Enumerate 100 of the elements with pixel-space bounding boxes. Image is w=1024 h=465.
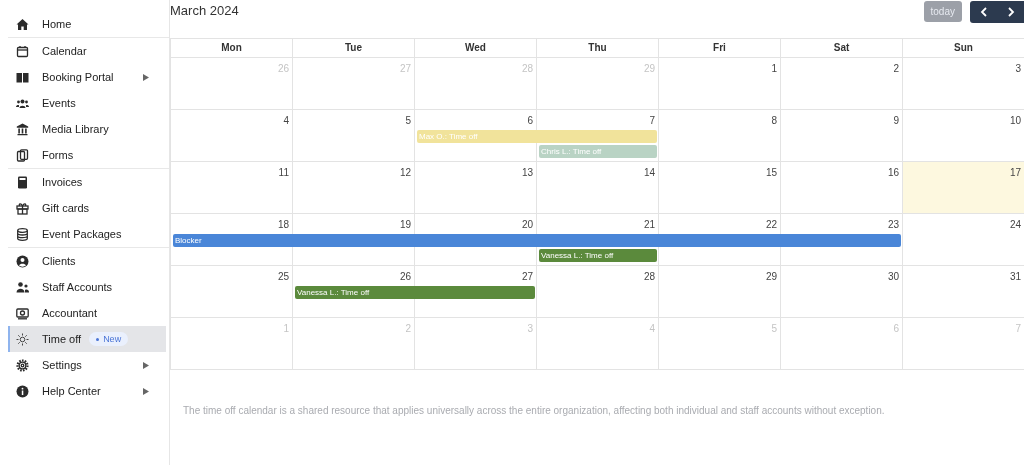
prev-button[interactable] bbox=[970, 1, 997, 23]
sidebar-item[interactable]: Home bbox=[8, 11, 166, 37]
weekday-header: Thu bbox=[537, 39, 659, 58]
sidebar-item[interactable]: Event Packages bbox=[8, 221, 166, 247]
day-number: 4 bbox=[282, 114, 290, 128]
day-number: 28 bbox=[520, 62, 534, 76]
new-badge: New bbox=[89, 332, 129, 346]
item-label: Invoices bbox=[42, 176, 83, 188]
item-label: Time off bbox=[42, 333, 82, 345]
clipboard-icon bbox=[16, 148, 29, 162]
sidebar-item[interactable]: Time off New bbox=[8, 326, 166, 352]
day-number: 2 bbox=[892, 62, 900, 76]
sidebar-item[interactable]: Events bbox=[8, 90, 166, 116]
weekday-header: Sun bbox=[903, 39, 1024, 58]
item-label: Gift cards bbox=[42, 202, 90, 214]
item-label: Events bbox=[42, 97, 76, 109]
item-label: Help Center bbox=[42, 385, 101, 397]
day-number: 8 bbox=[770, 114, 778, 128]
day-number: 1 bbox=[282, 322, 290, 336]
day-number: 26 bbox=[398, 270, 412, 284]
day-number: 25 bbox=[276, 270, 290, 284]
day-number: 21 bbox=[642, 218, 656, 232]
day-number: 12 bbox=[398, 166, 412, 180]
sidebar-item[interactable]: Invoices bbox=[8, 169, 166, 195]
chevron-right-icon bbox=[1006, 7, 1015, 17]
sidebar-item[interactable]: Staff Accounts bbox=[8, 274, 166, 300]
sidebar-item[interactable]: Accountant bbox=[8, 300, 166, 326]
day-number: 23 bbox=[886, 218, 900, 232]
item-label: Media Library bbox=[42, 123, 109, 135]
database-icon bbox=[16, 227, 29, 241]
day-number: 31 bbox=[1008, 270, 1022, 284]
sun-icon bbox=[16, 332, 29, 346]
event-bar[interactable]: Vanessa L.: Time off bbox=[539, 249, 657, 262]
day-number: 13 bbox=[520, 166, 534, 180]
sidebar-item[interactable]: Help Center bbox=[8, 378, 166, 404]
day-number: 4 bbox=[648, 322, 656, 336]
day-number: 9 bbox=[892, 114, 900, 128]
gear-icon bbox=[16, 358, 29, 372]
sidebar-item[interactable]: Booking Portal bbox=[8, 64, 166, 90]
day-number: 5 bbox=[770, 322, 778, 336]
day-number: 30 bbox=[886, 270, 900, 284]
event-bar[interactable]: Blocker bbox=[173, 234, 901, 247]
building-icon bbox=[16, 122, 29, 136]
day-number: 17 bbox=[1008, 166, 1022, 180]
day-number: 3 bbox=[1014, 62, 1022, 76]
gift-icon bbox=[16, 201, 29, 215]
users-icon bbox=[16, 280, 29, 294]
day-number: 6 bbox=[892, 322, 900, 336]
day-number: 20 bbox=[520, 218, 534, 232]
sidebar-item[interactable]: Media Library bbox=[8, 116, 166, 142]
sidebar-item[interactable]: Clients bbox=[8, 248, 166, 274]
money-icon bbox=[16, 306, 29, 320]
item-label: Clients bbox=[42, 255, 76, 267]
day-number: 19 bbox=[398, 218, 412, 232]
day-number: 18 bbox=[276, 218, 290, 232]
month-title: March 2024 bbox=[170, 2, 239, 18]
event-bar[interactable]: Vanessa L.: Time off bbox=[295, 286, 535, 299]
day-number: 5 bbox=[404, 114, 412, 128]
day-number: 28 bbox=[642, 270, 656, 284]
sidebar-item[interactable]: Gift cards bbox=[8, 195, 166, 221]
footer-note: The time off calendar is a shared resource that applies universally across the entire organization, affecting both individual and staff accounts without exception. bbox=[182, 404, 886, 416]
item-label: Accountant bbox=[42, 307, 98, 319]
day-number: 10 bbox=[1008, 114, 1022, 128]
day-number: 14 bbox=[642, 166, 656, 180]
book-icon bbox=[16, 70, 29, 84]
item-label: Home bbox=[42, 18, 72, 30]
user-circle-icon bbox=[16, 254, 29, 268]
day-number: 22 bbox=[764, 218, 778, 232]
chevron-left-icon bbox=[979, 7, 988, 17]
day-number: 7 bbox=[648, 114, 656, 128]
calendar-icon bbox=[16, 44, 29, 58]
day-number: 16 bbox=[886, 166, 900, 180]
receipt-icon bbox=[16, 175, 29, 189]
item-label: Event Packages bbox=[42, 228, 122, 240]
sidebar-item[interactable]: Calendar bbox=[8, 38, 166, 64]
weekday-header: Fri bbox=[659, 39, 781, 58]
day-number: 24 bbox=[1008, 218, 1022, 232]
sidebar-item[interactable]: Forms bbox=[8, 142, 166, 168]
day-number: 26 bbox=[276, 62, 290, 76]
info-icon bbox=[16, 384, 29, 398]
day-number: 27 bbox=[520, 270, 534, 284]
day-number: 15 bbox=[764, 166, 778, 180]
weekday-header: Tue bbox=[293, 39, 415, 58]
weekday-header: Sat bbox=[781, 39, 903, 58]
next-button[interactable] bbox=[997, 1, 1024, 23]
day-number: 29 bbox=[764, 270, 778, 284]
item-label: Booking Portal bbox=[42, 71, 114, 83]
weekday-header: Mon bbox=[171, 39, 293, 58]
weekday-header: Wed bbox=[415, 39, 537, 58]
item-label: Calendar bbox=[42, 45, 87, 57]
item-label: Staff Accounts bbox=[42, 281, 113, 293]
day-number: 11 bbox=[277, 166, 290, 180]
item-label: Settings bbox=[42, 359, 82, 371]
day-number: 2 bbox=[404, 322, 412, 336]
day-number: 3 bbox=[526, 322, 534, 336]
day-number: 6 bbox=[526, 114, 534, 128]
item-label: Forms bbox=[42, 149, 74, 161]
day-number: 1 bbox=[770, 62, 778, 76]
home-icon bbox=[16, 17, 29, 31]
sidebar-item[interactable]: Settings bbox=[8, 352, 166, 378]
